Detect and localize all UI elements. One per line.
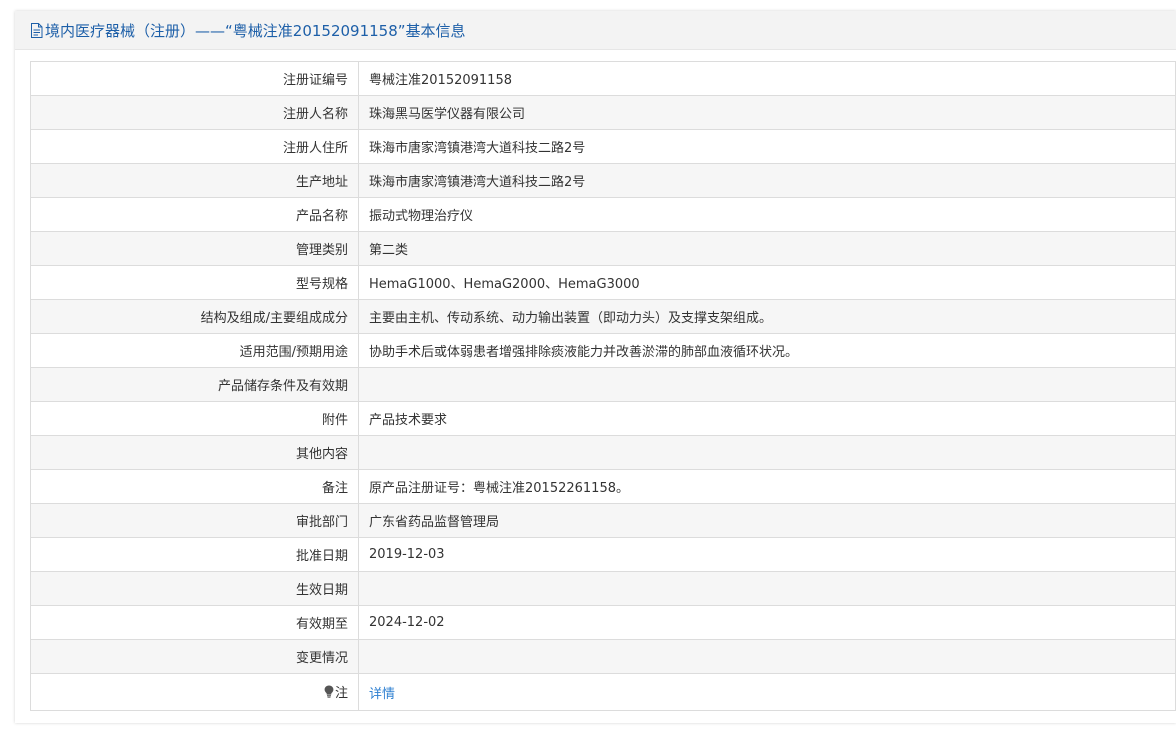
field-label: 批准日期 <box>30 537 359 572</box>
field-value <box>358 571 1176 606</box>
field-value: 珠海黑马医学仪器有限公司 <box>358 95 1176 130</box>
panel-header: 境内医疗器械（注册）——“粤械注准20152091158”基本信息 <box>15 11 1176 50</box>
field-value <box>358 367 1176 402</box>
field-label: 管理类别 <box>30 231 359 266</box>
lightbulb-icon <box>324 685 334 698</box>
info-table: 注册证编号 粤械注准20152091158 注册人名称 珠海黑马医学仪器有限公司 注册人… <box>30 61 1176 711</box>
field-value: 珠海市唐家湾镇港湾大道科技二路2号 <box>358 129 1176 164</box>
table-row: 备注 原产品注册证号：粤械注准20152261158。 <box>30 469 1176 504</box>
field-label: 生效日期 <box>30 571 359 606</box>
table-row: 注册证编号 粤械注准20152091158 <box>30 61 1176 96</box>
field-label: 附件 <box>30 401 359 436</box>
field-value: 主要由主机、传动系统、动力输出装置（即动力头）及支撑支架组成。 <box>358 299 1176 334</box>
note-label-cell: 注 <box>30 673 359 711</box>
table-row: 结构及组成/主要组成成分 主要由主机、传动系统、动力输出装置（即动力头）及支撑支架… <box>30 299 1176 334</box>
table-row: 产品储存条件及有效期 <box>30 367 1176 402</box>
table-row-note: 注 详情 <box>30 673 1176 711</box>
field-value: 协助手术后或体弱患者增强排除痰液能力并改善淤滞的肺部血液循环状况。 <box>358 333 1176 368</box>
details-link[interactable]: 详情 <box>369 687 395 702</box>
field-value <box>358 639 1176 674</box>
field-value: 珠海市唐家湾镇港湾大道科技二路2号 <box>358 163 1176 198</box>
field-label: 变更情况 <box>30 639 359 674</box>
field-value: 2019-12-03 <box>358 537 1176 572</box>
note-value-cell: 详情 <box>358 673 1176 711</box>
table-row: 审批部门 广东省药品监督管理局 <box>30 503 1176 538</box>
note-label: 注 <box>324 682 348 701</box>
field-value: 第二类 <box>358 231 1176 266</box>
field-label: 审批部门 <box>30 503 359 538</box>
field-value <box>358 435 1176 470</box>
field-label: 注册人名称 <box>30 95 359 130</box>
page-title: 境内医疗器械（注册）——“粤械注准20152091158”基本信息 <box>45 21 466 40</box>
table-row: 适用范围/预期用途 协助手术后或体弱患者增强排除痰液能力并改善淤滞的肺部血液循环状… <box>30 333 1176 368</box>
note-label-text: 注 <box>334 686 348 701</box>
field-label: 结构及组成/主要组成成分 <box>30 299 359 334</box>
table-row: 附件 产品技术要求 <box>30 401 1176 436</box>
table-row: 生产地址 珠海市唐家湾镇港湾大道科技二路2号 <box>30 163 1176 198</box>
field-value: 产品技术要求 <box>358 401 1176 436</box>
info-panel: 境内医疗器械（注册）——“粤械注准20152091158”基本信息 注册证编号粤… <box>15 11 1176 723</box>
table-row: 产品名称 振动式物理治疗仪 <box>30 197 1176 232</box>
table-row: 生效日期 <box>30 571 1176 606</box>
table-row: 变更情况 <box>30 639 1176 674</box>
table-row: 注册人名称 珠海黑马医学仪器有限公司 <box>30 95 1176 130</box>
field-value: 广东省药品监督管理局 <box>358 503 1176 538</box>
field-label: 产品储存条件及有效期 <box>30 367 359 402</box>
field-label: 型号规格 <box>30 265 359 300</box>
field-label: 适用范围/预期用途 <box>30 333 359 368</box>
field-label: 备注 <box>30 469 359 504</box>
table-row: 批准日期 2019-12-03 <box>30 537 1176 572</box>
table-row: 其他内容 <box>30 435 1176 470</box>
field-label: 注册人住所 <box>30 129 359 164</box>
field-label: 其他内容 <box>30 435 359 470</box>
field-value: HemaG1000、HemaG2000、HemaG3000 <box>358 265 1176 300</box>
table-row: 有效期至 2024-12-02 <box>30 605 1176 640</box>
field-label: 生产地址 <box>30 163 359 198</box>
table-row: 注册人住所 珠海市唐家湾镇港湾大道科技二路2号 <box>30 129 1176 164</box>
field-value: 2024-12-02 <box>358 605 1176 640</box>
field-label: 产品名称 <box>30 197 359 232</box>
field-value: 粤械注准20152091158 <box>358 61 1176 96</box>
field-label: 注册证编号 <box>30 61 359 96</box>
field-value: 振动式物理治疗仪 <box>358 197 1176 232</box>
table-row: 型号规格 HemaG1000、HemaG2000、HemaG3000 <box>30 265 1176 300</box>
field-label: 有效期至 <box>30 605 359 640</box>
field-value: 原产品注册证号：粤械注准20152261158。 <box>358 469 1176 504</box>
document-icon <box>31 22 43 38</box>
table-row: 管理类别 第二类 <box>30 231 1176 266</box>
